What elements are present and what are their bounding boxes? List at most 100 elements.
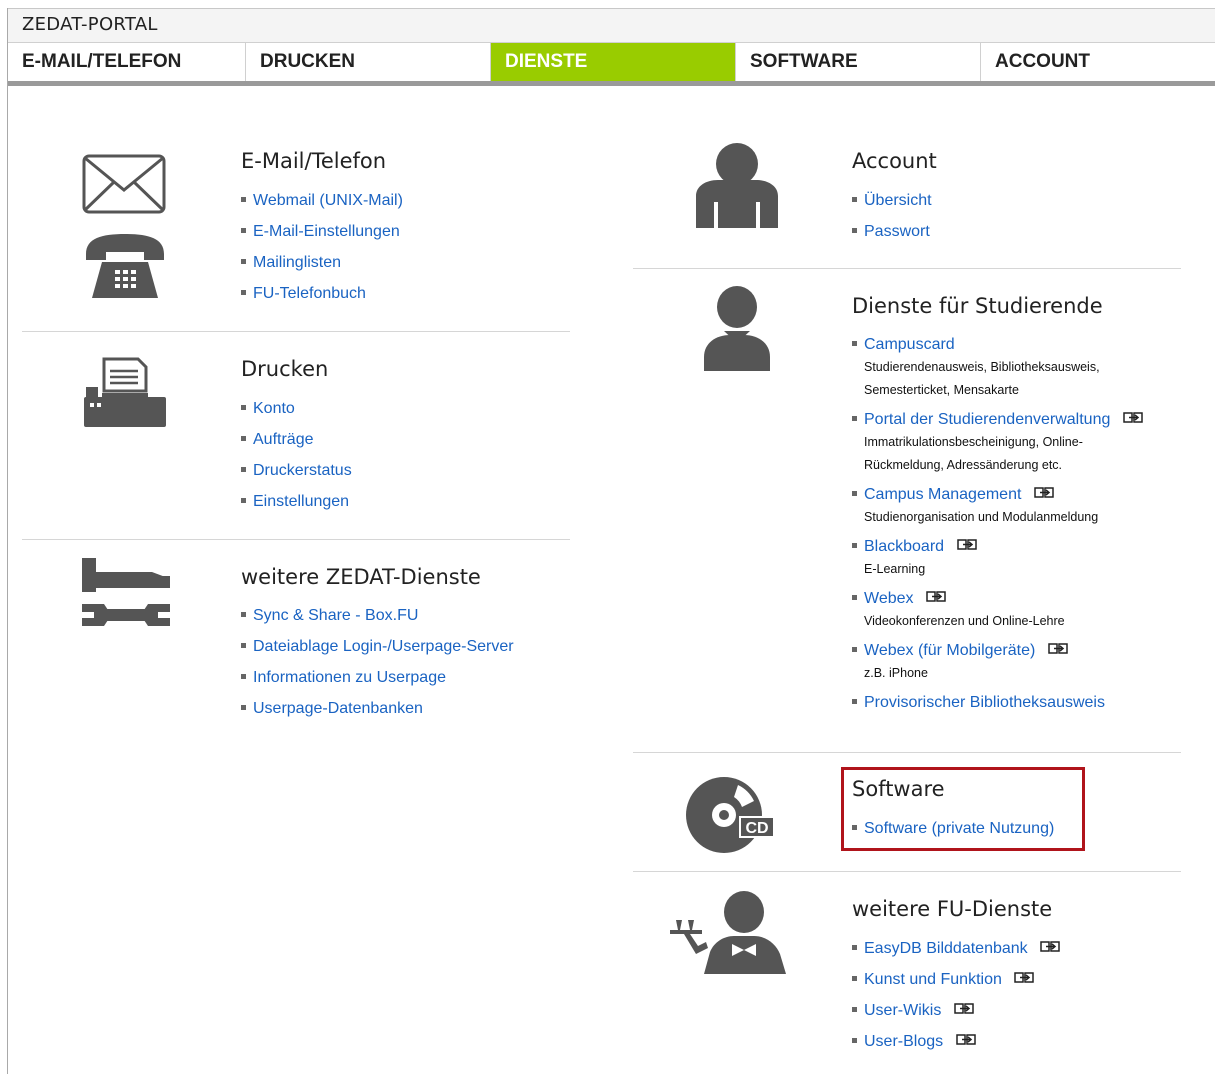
divider	[633, 268, 1181, 269]
desc-webex-mobil: z.B. iPhone	[864, 666, 928, 680]
link-campuscard[interactable]: Campuscard	[864, 336, 955, 353]
list-item: Druckerstatus	[241, 455, 352, 486]
section-title-account: Account	[852, 149, 937, 173]
link-konto[interactable]: Konto	[253, 400, 295, 417]
link-webmail[interactable]: Webmail (UNIX-Mail)	[253, 192, 403, 209]
link-portal-studierendenverwaltung[interactable]: Portal der Studierendenverwaltung	[864, 411, 1110, 428]
link-webex[interactable]: Webex	[864, 590, 914, 607]
divider	[633, 752, 1181, 753]
cd-icon-label: CD	[745, 820, 768, 837]
section-title-studierende: Dienste für Studierende	[852, 294, 1103, 318]
link-user-wikis[interactable]: User-Wikis	[864, 1002, 941, 1019]
list-item: Webex (für Mobilgeräte) z.B. iPhone	[852, 637, 1149, 685]
link-sync-share[interactable]: Sync & Share - Box.FU	[253, 607, 418, 624]
nav-divider	[8, 81, 1215, 86]
external-link-icon	[1123, 412, 1143, 424]
link-mailinglisten[interactable]: Mailinglisten	[253, 254, 341, 271]
list-item: Aufträge	[241, 424, 352, 455]
external-link-icon	[1034, 487, 1054, 499]
section-title-drucken: Drucken	[241, 357, 329, 381]
list-item: Konto	[241, 393, 352, 424]
external-link-icon	[955, 1034, 976, 1046]
nav-account[interactable]: ACCOUNT	[981, 43, 1215, 81]
portal-titlebar: ZEDAT-PORTAL	[8, 9, 1215, 43]
nav-software[interactable]: SOFTWARE	[736, 43, 981, 81]
person-icon	[696, 143, 778, 228]
section-title-email: E-Mail/Telefon	[241, 149, 387, 173]
link-kunst-funktion[interactable]: Kunst und Funktion	[864, 971, 1002, 988]
waiter-icon	[670, 891, 786, 974]
divider	[633, 871, 1181, 872]
link-fu-telefonbuch[interactable]: FU-Telefonbuch	[253, 285, 366, 302]
desc-blackboard: E-Learning	[864, 562, 926, 576]
list-item: EasyDB Bilddatenbank	[852, 933, 1060, 964]
list-item: Provisorischer Bibliotheksausweis	[852, 689, 1149, 717]
nav-drucken[interactable]: DRUCKEN	[246, 43, 491, 81]
external-link-icon	[1040, 941, 1060, 953]
link-user-blogs[interactable]: User-Blogs	[864, 1033, 943, 1050]
link-dateiablage[interactable]: Dateiablage Login-/Userpage-Server	[253, 638, 514, 655]
external-link-icon	[956, 539, 977, 551]
hammer-wrench-icon	[82, 558, 170, 626]
list-item: Webmail (UNIX-Mail)	[241, 185, 403, 216]
envelope-icon	[82, 154, 166, 214]
desc-portal-studierendenverwaltung: Immatrikulationsbescheinigung, Online-Rü…	[864, 435, 1083, 472]
link-blackboard[interactable]: Blackboard	[864, 538, 944, 555]
telephone-icon	[86, 234, 164, 298]
list-item: E-Mail-Einstellungen	[241, 216, 403, 247]
link-webex-mobil[interactable]: Webex (für Mobilgeräte)	[864, 642, 1035, 659]
section-title-zedat: weitere ZEDAT-Dienste	[241, 565, 481, 589]
fax-printer-icon	[84, 357, 166, 427]
portal-title: ZEDAT-PORTAL	[22, 14, 158, 35]
account-links: Übersicht Passwort	[852, 185, 932, 247]
desc-campus-management: Studienorganisation und Modulanmeldung	[864, 510, 1099, 524]
link-bibliotheksausweis[interactable]: Provisorischer Bibliotheksausweis	[864, 694, 1105, 711]
cd-icon: CD	[686, 777, 775, 853]
section-title-fu: weitere FU-Dienste	[852, 897, 1053, 921]
divider	[22, 331, 570, 332]
list-item: Passwort	[852, 216, 932, 247]
list-item: Userpage-Datenbanken	[241, 693, 514, 724]
list-item: Campuscard Studierendenausweis, Biblioth…	[852, 331, 1149, 402]
link-uebersicht[interactable]: Übersicht	[864, 192, 932, 209]
fu-links: EasyDB Bilddatenbank Kunst und Funktion …	[852, 933, 1060, 1057]
list-item: Dateiablage Login-/Userpage-Server	[241, 631, 514, 662]
list-item: Campus Management Studienorganisation un…	[852, 481, 1149, 529]
list-item: Portal der Studierendenverwaltung Immatr…	[852, 406, 1149, 477]
link-userpage-info[interactable]: Informationen zu Userpage	[253, 669, 446, 686]
student-person-icon	[704, 286, 770, 371]
external-link-icon	[954, 1003, 974, 1015]
zedat-links: Sync & Share - Box.FU Dateiablage Login-…	[241, 600, 514, 724]
list-item: Blackboard E-Learning	[852, 533, 1149, 581]
list-item: Informationen zu Userpage	[241, 662, 514, 693]
list-item: Einstellungen	[241, 486, 352, 517]
email-links: Webmail (UNIX-Mail) E-Mail-Einstellungen…	[241, 185, 403, 309]
link-druckerstatus[interactable]: Druckerstatus	[253, 462, 352, 479]
list-item: Mailinglisten	[241, 247, 403, 278]
list-item: Webex Videokonferenzen und Online-Lehre	[852, 585, 1149, 633]
link-auftraege[interactable]: Aufträge	[253, 431, 313, 448]
link-easydb[interactable]: EasyDB Bilddatenbank	[864, 940, 1028, 957]
external-link-icon	[1048, 643, 1068, 655]
list-item: Kunst und Funktion	[852, 964, 1060, 995]
software-highlight-box	[841, 767, 1085, 851]
list-item: Übersicht	[852, 185, 932, 216]
studierende-links: Campuscard Studierendenausweis, Biblioth…	[852, 331, 1149, 721]
link-einstellungen[interactable]: Einstellungen	[253, 493, 349, 510]
link-userpage-db[interactable]: Userpage-Datenbanken	[253, 700, 423, 717]
desc-webex: Videokonferenzen und Online-Lehre	[864, 614, 1065, 628]
link-email-einstellungen[interactable]: E-Mail-Einstellungen	[253, 223, 400, 240]
external-link-icon	[1014, 972, 1035, 984]
link-campus-management[interactable]: Campus Management	[864, 486, 1021, 503]
main-nav: E-MAIL/TELEFON DRUCKEN DIENSTE SOFTWARE …	[8, 43, 1215, 81]
list-item: User-Wikis	[852, 995, 1060, 1026]
desc-campuscard: Studierendenausweis, Bibliotheksausweis,…	[864, 360, 1100, 397]
list-item: User-Blogs	[852, 1026, 1060, 1057]
list-item: Sync & Share - Box.FU	[241, 600, 514, 631]
drucken-links: Konto Aufträge Druckerstatus Einstellung…	[241, 393, 352, 517]
divider	[22, 539, 570, 540]
nav-dienste[interactable]: DIENSTE	[491, 43, 736, 81]
nav-email-telefon[interactable]: E-MAIL/TELEFON	[8, 43, 246, 81]
link-passwort[interactable]: Passwort	[864, 223, 930, 240]
external-link-icon	[926, 591, 946, 603]
